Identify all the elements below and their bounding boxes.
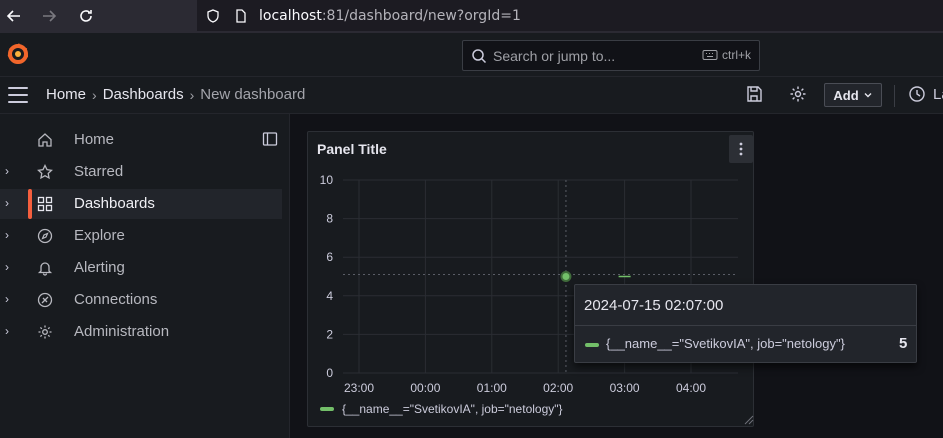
breadcrumb-current: New dashboard	[200, 86, 306, 103]
grafana-topbar: Search or jump to... ctrl+k	[0, 33, 943, 77]
tooltip-timestamp: 2024-07-15 02:07:00	[584, 297, 724, 314]
shortcut-label: ctrl+k	[721, 48, 751, 62]
resize-handle-icon	[744, 415, 754, 425]
gear-icon	[37, 324, 53, 340]
sidebar-item-label: Home	[74, 131, 115, 148]
add-button-label: Add	[833, 87, 859, 103]
toolbar-divider	[894, 85, 895, 107]
x-tick-label: 03:00	[610, 381, 640, 395]
sidebar-item-dashboards[interactable]: › Dashboards	[0, 189, 282, 219]
connections-icon	[37, 292, 53, 308]
url-host: localhost	[259, 7, 322, 24]
page-icon	[236, 8, 246, 23]
chevron-right-icon[interactable]: ›	[5, 292, 15, 306]
browser-toolbar: localhost:81/dashboard/new?orgId=1	[0, 0, 943, 33]
chevron-right-icon[interactable]: ›	[5, 324, 15, 338]
time-series-chart[interactable]: 10 8 6 4 2 0 23:00 00:00 01:00 02:00 03:00 04:00 {__…	[308, 132, 755, 428]
legend-swatch	[320, 407, 334, 411]
url-path: :81/dashboard/new?orgId=1	[321, 7, 521, 24]
shield-icon	[207, 8, 219, 23]
y-tick-label: 8	[326, 212, 333, 226]
y-tick-label: 10	[320, 173, 334, 187]
y-tick-label: 2	[326, 327, 333, 341]
sidebar-item-administration[interactable]: › Administration	[0, 317, 282, 347]
keyboard-shortcut: ctrl+k	[702, 48, 751, 62]
compass-icon	[37, 228, 53, 244]
breadcrumb-bar: Home › Dashboards › New dashboard Add La	[0, 77, 943, 114]
reload-button[interactable]	[72, 2, 100, 30]
grafana-logo-icon[interactable]	[6, 42, 30, 66]
breadcrumb-home[interactable]: Home	[46, 86, 86, 103]
sidebar-item-label: Alerting	[74, 259, 125, 276]
url-text: localhost:81/dashboard/new?orgId=1	[259, 8, 521, 24]
sidebar-item-alerting[interactable]: › Alerting	[0, 253, 282, 283]
star-icon	[37, 163, 53, 180]
sidebar-nav: Home › Starred › Dashboards › Explore › …	[0, 114, 290, 438]
back-button[interactable]	[0, 2, 28, 30]
forward-button[interactable]	[35, 2, 63, 30]
x-tick-label: 02:00	[543, 381, 573, 395]
legend-label: {__name__="SvetikovIA", job="netology"}	[342, 402, 563, 416]
chevron-down-icon	[864, 93, 872, 98]
data-point	[560, 271, 572, 282]
tooltip-series-swatch	[585, 343, 599, 347]
dashboard-settings-icon[interactable]	[789, 85, 809, 105]
dashboard-panel[interactable]: Panel Title 10 8 6 4 2 0 23:00 00:00 01:00 02:00 0…	[307, 131, 754, 427]
breadcrumb-dashboards[interactable]: Dashboards	[103, 86, 184, 103]
menu-toggle-icon[interactable]	[8, 87, 28, 103]
y-tick-label: 6	[326, 250, 333, 264]
dashboards-icon	[37, 196, 53, 212]
address-bar[interactable]: localhost:81/dashboard/new?orgId=1	[197, 0, 943, 31]
sidebar-item-label: Dashboards	[74, 195, 155, 212]
bell-icon	[37, 260, 53, 276]
reload-icon	[80, 10, 92, 22]
breadcrumb-separator-icon: ›	[92, 86, 97, 103]
y-tick-label: 4	[326, 289, 333, 303]
x-tick-label: 00:00	[410, 381, 440, 395]
home-icon	[37, 132, 53, 148]
keyboard-icon	[702, 50, 718, 60]
chevron-right-icon[interactable]: ›	[5, 164, 15, 178]
search-bar[interactable]: Search or jump to... ctrl+k	[462, 40, 760, 71]
forward-arrow-icon	[43, 10, 57, 22]
search-icon	[472, 48, 487, 63]
breadcrumb: Home › Dashboards › New dashboard	[46, 86, 305, 103]
sidebar-item-starred[interactable]: › Starred	[0, 157, 282, 187]
sidebar-item-label: Explore	[74, 227, 125, 244]
chart-tooltip: 2024-07-15 02:07:00 {__name__="SvetikovI…	[574, 284, 917, 363]
x-tick-label: 23:00	[344, 381, 374, 395]
clock-icon[interactable]	[908, 85, 928, 105]
breadcrumb-separator-icon: ›	[189, 86, 195, 103]
chevron-right-icon[interactable]: ›	[5, 260, 15, 274]
sidebar-item-label: Starred	[74, 163, 124, 180]
sidebar-item-label: Administration	[74, 323, 170, 340]
tooltip-value: 5	[899, 335, 908, 352]
y-tick-label: 0	[326, 366, 333, 380]
x-tick-label: 04:00	[676, 381, 706, 395]
x-tick-label: 01:00	[477, 381, 507, 395]
sidebar-item-explore[interactable]: › Explore	[0, 221, 282, 251]
sidebar-item-connections[interactable]: › Connections	[0, 285, 282, 315]
save-dashboard-icon[interactable]	[745, 85, 765, 105]
chevron-right-icon[interactable]: ›	[5, 228, 15, 242]
chevron-right-icon[interactable]: ›	[5, 196, 15, 210]
sidebar-item-home[interactable]: Home	[0, 125, 282, 155]
back-arrow-icon	[6, 10, 20, 22]
time-range-label[interactable]: La	[933, 86, 943, 103]
add-button[interactable]: Add	[824, 83, 882, 107]
sidebar-item-label: Connections	[74, 291, 158, 308]
search-placeholder: Search or jump to...	[493, 47, 616, 64]
tooltip-series-name: {__name__="SvetikovIA", job="netology"}	[606, 336, 845, 351]
tooltip-divider	[575, 325, 916, 326]
